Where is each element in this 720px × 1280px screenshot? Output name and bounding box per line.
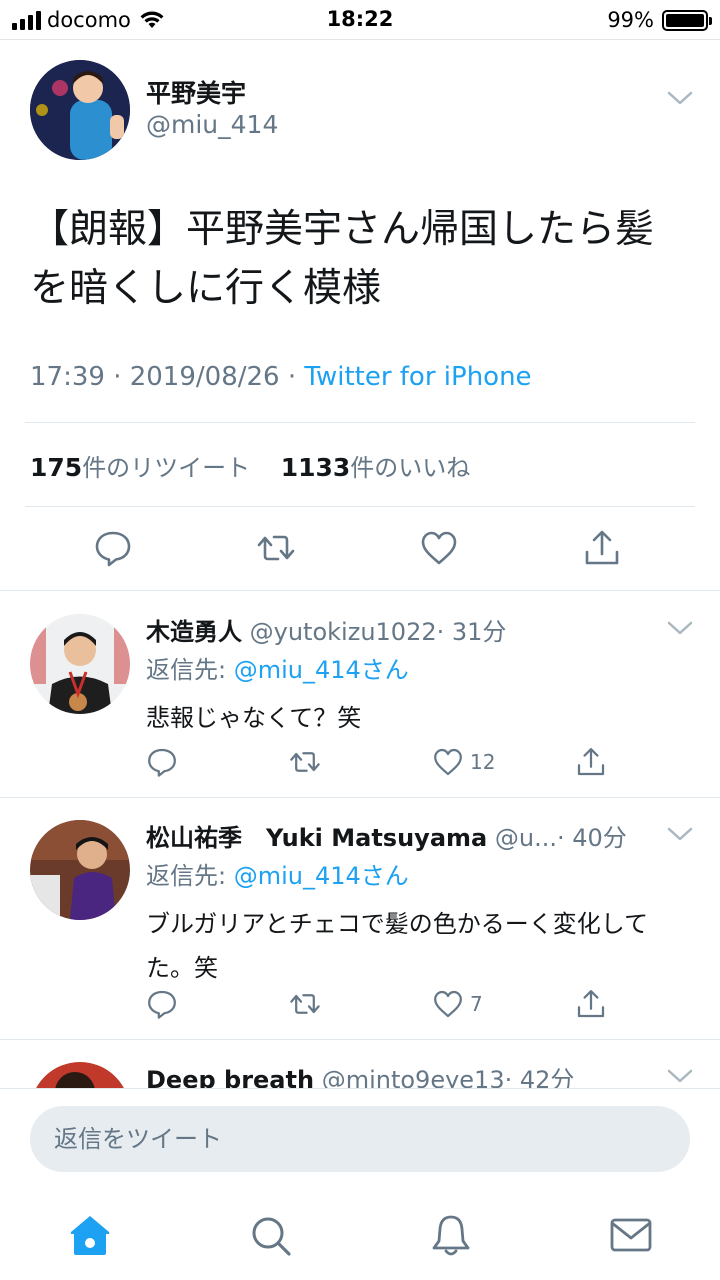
reply-to: 返信先: @miu_414さん	[146, 650, 409, 685]
tweet-source-link[interactable]: Twitter for iPhone	[304, 362, 531, 392]
reply-item[interactable]: 木造勇人 @yutokizu1022· 31分 返信先: @miu_414さん …	[0, 592, 720, 797]
messages-icon[interactable]	[609, 1213, 653, 1257]
retweet-icon[interactable]	[256, 528, 296, 568]
reply-icon[interactable]	[146, 746, 178, 778]
reply-compose-input[interactable]: 返信をツイート	[30, 1106, 690, 1172]
battery-percent: 99%	[607, 8, 654, 32]
reply-author-name[interactable]: Deep breath	[146, 1066, 314, 1088]
reply-author-name[interactable]: 松山祐季 Yuki Matsuyama	[146, 824, 487, 852]
reply-author-handle[interactable]: @u...	[495, 824, 557, 852]
reply-author-handle[interactable]: @minto9eye13	[322, 1066, 505, 1088]
chevron-down-icon[interactable]	[667, 826, 693, 842]
reply-to: 返信先: @miu_414さん	[146, 856, 409, 891]
author-name[interactable]: 平野美宇	[146, 74, 246, 110]
like-icon[interactable]	[419, 528, 459, 568]
reply-header: 木造勇人 @yutokizu1022· 31分	[146, 612, 506, 647]
divider	[0, 590, 720, 591]
status-right: 99%	[607, 8, 712, 32]
like-icon[interactable]	[432, 988, 464, 1020]
reply-icon[interactable]	[93, 528, 133, 568]
share-icon[interactable]	[575, 988, 607, 1020]
author-handle[interactable]: @miu_414	[146, 110, 278, 139]
author-avatar[interactable]	[30, 60, 130, 160]
like-count-link[interactable]: 1133件のいいね	[280, 453, 471, 482]
tweet-meta: 17:39 · 2019/08/26 · Twitter for iPhone	[30, 362, 532, 392]
reply-item[interactable]: Deep breath @minto9eye13· 42分	[0, 1040, 720, 1088]
retweet-count-label: 件のリツイート	[82, 454, 251, 482]
reply-time: · 42分	[504, 1066, 575, 1088]
chevron-down-icon[interactable]	[667, 620, 693, 636]
reply-to-label: 返信先:	[146, 862, 234, 890]
notifications-icon[interactable]	[429, 1213, 473, 1257]
search-icon[interactable]	[248, 1213, 292, 1257]
reply-avatar[interactable]	[30, 1062, 130, 1088]
reply-author-handle[interactable]: @yutokizu1022	[250, 618, 437, 646]
chevron-down-icon[interactable]	[667, 90, 693, 106]
reply-icon[interactable]	[146, 988, 178, 1020]
reply-text: ブルガリアとチェコで髪の色かるーく変化してた。笑	[146, 910, 649, 982]
retweet-count-link[interactable]: 175件のリツイート	[30, 453, 251, 482]
reply-like-count: 7	[470, 992, 483, 1016]
retweet-icon[interactable]	[289, 988, 321, 1020]
reply-header: 松山祐季 Yuki Matsuyama @u...· 40分	[146, 818, 627, 853]
chevron-down-icon[interactable]	[667, 1068, 693, 1084]
reply-to-link[interactable]: @miu_414さん	[234, 862, 409, 890]
home-icon[interactable]	[68, 1213, 112, 1257]
reply-like-count: 12	[470, 750, 496, 774]
tweet-counts: 175件のリツイート 1133件のいいね	[30, 448, 470, 483]
like-count: 1133	[280, 453, 351, 482]
reply-avatar[interactable]	[30, 614, 130, 714]
reply-item[interactable]: 松山祐季 Yuki Matsuyama @u...· 40分 返信先: @miu…	[0, 798, 720, 1038]
reply-time: · 31分	[436, 618, 507, 646]
reply-header: Deep breath @minto9eye13· 42分	[146, 1060, 574, 1088]
reply-avatar[interactable]	[30, 820, 130, 920]
share-icon[interactable]	[582, 528, 622, 568]
tweet-text: 【朗報】平野美宇さん帰国したら髪を暗くしに行く模様	[30, 207, 655, 311]
reply-to-label: 返信先:	[146, 656, 234, 684]
reply-to-link[interactable]: @miu_414さん	[234, 656, 409, 684]
reply-author-name[interactable]: 木造勇人	[146, 618, 242, 646]
reply-time: · 40分	[556, 824, 627, 852]
divider	[25, 422, 695, 423]
status-bar: docomo 18:22 99%	[0, 0, 720, 40]
bottom-bar: 返信をツイート	[0, 1088, 720, 1280]
share-icon[interactable]	[575, 746, 607, 778]
like-count-label: 件のいいね	[350, 454, 471, 482]
retweet-icon[interactable]	[289, 746, 321, 778]
divider	[25, 506, 695, 507]
battery-icon	[662, 9, 712, 31]
tweet-timestamp: 17:39 · 2019/08/26 ·	[30, 362, 305, 392]
retweet-count: 175	[30, 453, 83, 482]
like-icon[interactable]	[432, 746, 464, 778]
reply-text: 悲報じゃなくて？笑	[146, 704, 362, 732]
